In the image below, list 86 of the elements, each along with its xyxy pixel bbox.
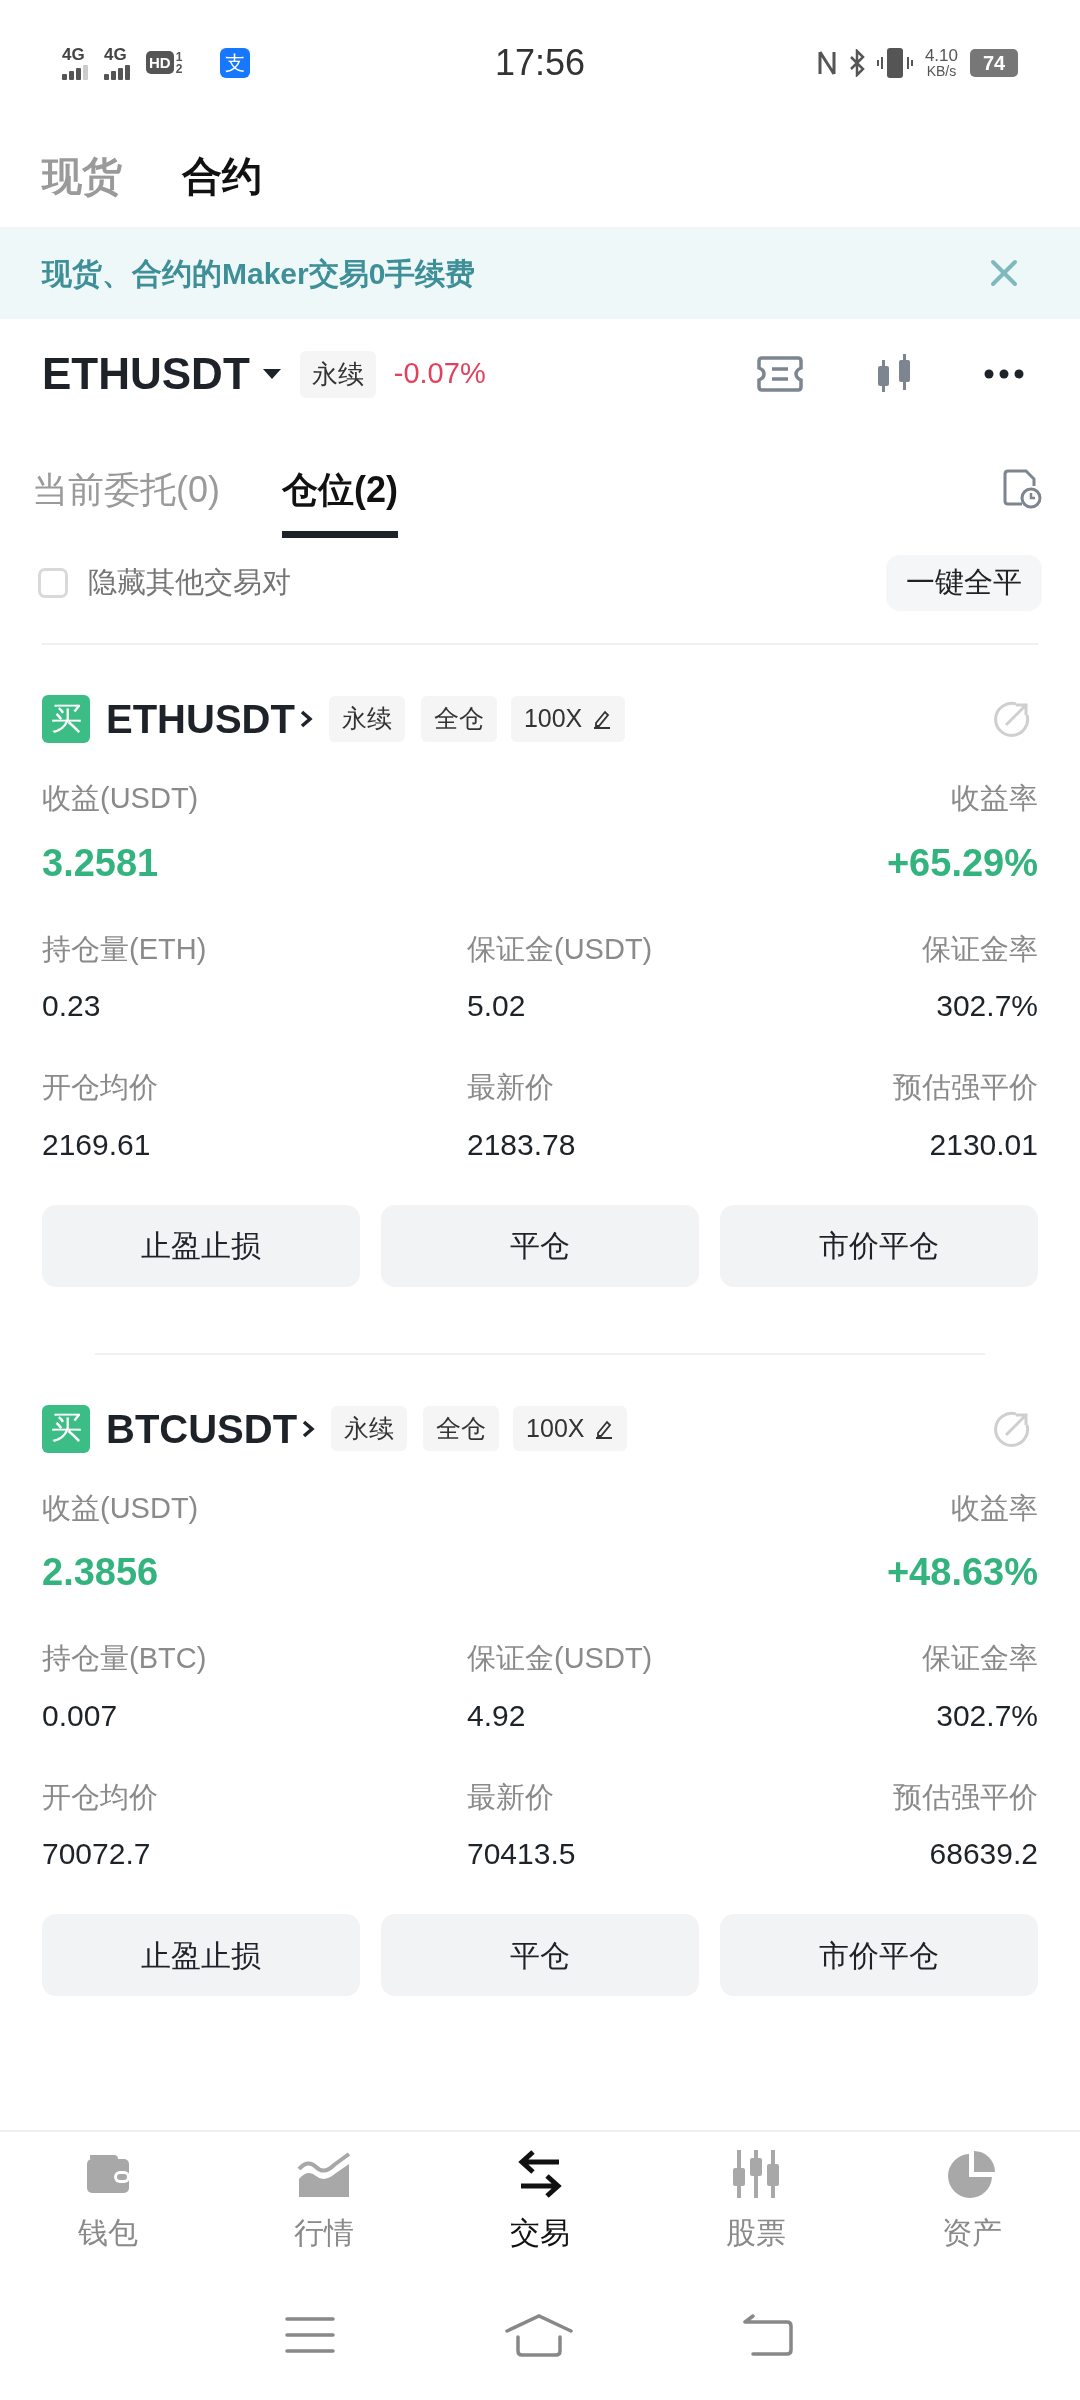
dropdown-caret-icon[interactable] <box>261 368 282 380</box>
field-value: 2183.78 <box>467 1126 576 1163</box>
position-action-button[interactable]: 市价平仓 <box>720 1914 1038 1996</box>
contract-type-tag: 永续 <box>299 350 376 398</box>
pnl-label: 收益(USDT) <box>42 1490 199 1526</box>
field-label: 开仓均价 <box>42 1070 158 1105</box>
market-tab[interactable]: 合约 <box>182 146 262 206</box>
more-icon[interactable] <box>984 369 1024 379</box>
buy-side-badge: 买 <box>42 695 90 743</box>
banner-text: 现货、合约的Maker交易0手续费 <box>42 255 476 292</box>
position-tag: 全仓 <box>420 696 497 742</box>
bluetooth-icon <box>848 48 865 77</box>
hd-badge: HD <box>146 51 174 74</box>
position-tag: 全仓 <box>423 1405 500 1452</box>
order-history-icon[interactable] <box>1002 468 1042 510</box>
chevron-right-icon[interactable] <box>298 709 313 729</box>
position-action-button[interactable]: 止盈止损 <box>42 1204 360 1287</box>
vibrate-icon <box>876 46 913 79</box>
battery-level: 74 <box>970 48 1018 77</box>
field-value: 68639.2 <box>929 1836 1038 1872</box>
back-icon[interactable] <box>743 2314 796 2356</box>
field-label: 预估强平价 <box>893 1070 1038 1105</box>
sim-number: 2 <box>175 62 183 75</box>
field-value: 5.02 <box>467 988 526 1024</box>
network-type-label: 4G <box>104 45 127 63</box>
leverage-text: 100X <box>526 1412 585 1444</box>
stocks-icon <box>731 2147 781 2200</box>
field-label: 持仓量(BTC) <box>42 1641 207 1676</box>
checkbox[interactable] <box>38 568 68 598</box>
position-symbol[interactable]: ETHUSDT <box>106 689 295 749</box>
field-label: 开仓均价 <box>42 1779 158 1815</box>
field-value: 302.7% <box>936 988 1038 1024</box>
position-tag: 永续 <box>331 1405 408 1452</box>
close-icon[interactable] <box>990 259 1018 287</box>
position-action-button[interactable]: 市价平仓 <box>720 1204 1038 1287</box>
leverage-tag[interactable]: 100X <box>513 1405 628 1452</box>
position-tab[interactable]: 仓位(2) <box>282 440 398 538</box>
field-value: 2130.01 <box>929 1126 1038 1163</box>
field-value: 0.007 <box>42 1697 118 1734</box>
field-value: 4.92 <box>467 1697 526 1734</box>
close-all-button[interactable]: 一键全平 <box>886 555 1042 611</box>
price-change: -0.07% <box>393 356 486 392</box>
field-label: 持仓量(ETH) <box>42 931 207 967</box>
nav-tab[interactable]: 交易 <box>432 2147 648 2255</box>
leverage-text: 100X <box>523 703 583 735</box>
position-action-button[interactable]: 平仓 <box>381 1204 699 1287</box>
checkbox-label: 隐藏其他交易对 <box>88 565 291 601</box>
sim-number: 1 <box>175 50 183 63</box>
trade-icon <box>517 2147 563 2200</box>
home-icon[interactable] <box>504 2313 574 2357</box>
edit-icon <box>592 709 613 729</box>
field-label: 预估强平价 <box>893 1779 1038 1815</box>
leverage-tag[interactable]: 100X <box>510 696 626 742</box>
field-label: 保证金率 <box>922 931 1038 967</box>
app-notification-icon: 支 <box>220 47 251 78</box>
position-symbol[interactable]: BTCUSDT <box>106 1398 298 1459</box>
field-label: 最新价 <box>467 1070 554 1105</box>
position-tag: 永续 <box>328 696 405 742</box>
speed-unit: KB/s <box>926 64 957 78</box>
field-label: 最新价 <box>467 1779 554 1815</box>
field-label: 保证金率 <box>922 1641 1038 1676</box>
buy-side-badge: 买 <box>42 1404 90 1453</box>
pnl-label: 收益(USDT) <box>42 781 199 816</box>
roe-value: +65.29% <box>886 840 1038 886</box>
position-action-button[interactable]: 止盈止损 <box>42 1914 360 1996</box>
network-type-label: 4G <box>62 45 85 63</box>
status-time: 17:56 <box>494 40 586 85</box>
field-value: 0.23 <box>42 988 101 1024</box>
position-action-button[interactable]: 平仓 <box>381 1914 699 1996</box>
field-label: 保证金(USDT) <box>467 1641 653 1676</box>
pnl-value: 3.2581 <box>42 840 160 886</box>
field-label: 保证金(USDT) <box>467 931 653 967</box>
field-value: 70413.5 <box>467 1836 576 1872</box>
field-value: 70072.7 <box>42 1836 151 1872</box>
roe-value: +48.63% <box>886 1550 1038 1595</box>
field-value: 2169.61 <box>42 1126 151 1163</box>
pair-symbol[interactable]: ETHUSDT <box>42 341 250 407</box>
roe-label: 收益率 <box>951 781 1038 816</box>
pnl-value: 2.3856 <box>42 1550 160 1595</box>
edit-icon <box>594 1418 615 1439</box>
field-value: 302.7% <box>936 1697 1038 1734</box>
chevron-right-icon[interactable] <box>301 1418 316 1439</box>
network-speed: 4.10 <box>924 47 958 64</box>
ticket-icon[interactable] <box>756 354 804 394</box>
roe-label: 收益率 <box>951 1490 1038 1526</box>
menu-icon[interactable] <box>284 2316 335 2354</box>
